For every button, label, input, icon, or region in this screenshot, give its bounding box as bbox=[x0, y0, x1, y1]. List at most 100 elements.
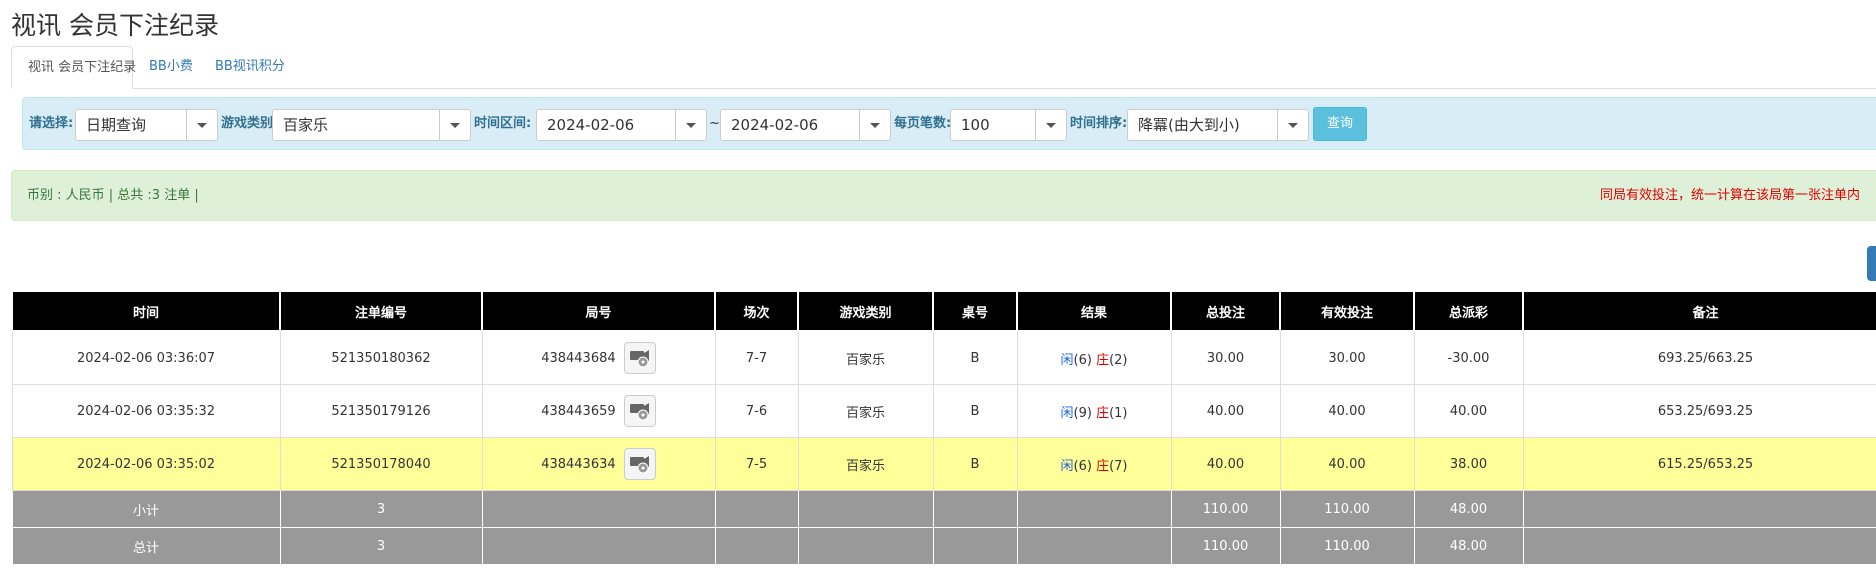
cell-time: 2024-02-06 03:35:32 bbox=[11, 384, 281, 438]
date-from-value: 2024-02-06 bbox=[547, 116, 635, 134]
table-row: 2024-02-06 03:35:32 521350179126 4384436… bbox=[11, 384, 1876, 438]
query-button[interactable]: 查询 bbox=[1313, 107, 1367, 141]
total-label: 总计 bbox=[11, 527, 281, 565]
cell-note: 615.25/653.25 bbox=[1522, 437, 1876, 491]
subtotal-payout: 48.00 bbox=[1413, 490, 1524, 528]
sort-label: 时间排序: bbox=[1070, 116, 1128, 131]
cell-bet-id: 521350178040 bbox=[279, 437, 483, 491]
subtotal-total-bet: 110.00 bbox=[1170, 490, 1281, 528]
time-range-label: 时间区间: bbox=[474, 116, 532, 131]
per-page-select[interactable]: 100 bbox=[950, 109, 1067, 141]
cell-total-bet[interactable]: 30.00 bbox=[1170, 330, 1281, 385]
cell-bet-id: 521350180362 bbox=[279, 330, 483, 385]
cell-round: 438443684 bbox=[481, 330, 716, 385]
bet-records-table: 时间 注单编号 局号 场次 游戏类别 桌号 结果 总投注 有效投注 总派彩 备注… bbox=[11, 290, 1876, 565]
banker-label: 庄 bbox=[1096, 458, 1110, 474]
per-page-label: 每页笔数: bbox=[894, 116, 952, 131]
cell-game-type: 百家乐 bbox=[797, 330, 934, 385]
chevron-down-icon bbox=[859, 110, 890, 140]
video-replay-icon[interactable] bbox=[623, 448, 656, 480]
cell-round: 438443634 bbox=[481, 437, 716, 491]
chevron-down-icon bbox=[439, 110, 470, 140]
cell-time: 2024-02-06 03:35:02 bbox=[11, 437, 281, 491]
tab-bb-video-points[interactable]: BB视讯积分 bbox=[199, 46, 301, 88]
game-type-select[interactable]: 百家乐 bbox=[272, 109, 471, 141]
game-type-label: 游戏类别 bbox=[221, 116, 274, 131]
cell-result: 闲(6) 庄(2) bbox=[1016, 330, 1172, 385]
col-header-game-type: 游戏类别 bbox=[797, 290, 934, 332]
date-to-select[interactable]: 2024-02-06 bbox=[720, 109, 891, 141]
cell-result: 闲(6) 庄(7) bbox=[1016, 437, 1172, 491]
col-header-time: 时间 bbox=[11, 290, 281, 332]
date-to-value: 2024-02-06 bbox=[731, 116, 819, 134]
subtotal-row: 小计 3 110.00 110.00 48.00 bbox=[11, 490, 1876, 528]
col-header-result: 结果 bbox=[1016, 290, 1172, 332]
total-payout: 48.00 bbox=[1413, 527, 1524, 565]
cell-session: 7-7 bbox=[714, 330, 799, 385]
col-header-table: 桌号 bbox=[932, 290, 1018, 332]
player-label: 闲 bbox=[1060, 405, 1074, 421]
query-type-value: 日期查询 bbox=[86, 116, 147, 134]
col-header-note: 备注 bbox=[1522, 290, 1876, 332]
col-header-payout: 总派彩 bbox=[1413, 290, 1524, 332]
date-from-select[interactable]: 2024-02-06 bbox=[536, 109, 707, 141]
cell-note: 653.25/693.25 bbox=[1522, 384, 1876, 438]
player-label: 闲 bbox=[1060, 352, 1074, 368]
edge-action-button[interactable] bbox=[1867, 246, 1876, 281]
video-replay-icon[interactable] bbox=[623, 395, 656, 427]
tab-bar: 视讯 会员下注纪录 BB小费 BB视讯积分 bbox=[11, 46, 1876, 89]
cell-session: 7-5 bbox=[714, 437, 799, 491]
round-number: 438443659 bbox=[541, 403, 616, 419]
subtotal-count: 3 bbox=[279, 490, 483, 528]
cell-table: B bbox=[932, 384, 1018, 438]
total-total-bet: 110.00 bbox=[1170, 527, 1281, 565]
banker-label: 庄 bbox=[1096, 352, 1110, 368]
cell-bet-id: 521350179126 bbox=[279, 384, 483, 438]
banker-score: (1) bbox=[1109, 405, 1128, 421]
total-count: 3 bbox=[279, 527, 483, 565]
filter-bar: 请选择: 日期查询 游戏类别 百家乐 时间区间: 2024-02-06 ~ 20… bbox=[22, 97, 1876, 150]
cell-session: 7-6 bbox=[714, 384, 799, 438]
page-title: 视讯 会员下注纪录 bbox=[11, 11, 219, 40]
player-score: (6) bbox=[1073, 458, 1092, 474]
sort-value: 降冪(由大到小) bbox=[1138, 116, 1240, 134]
video-replay-icon[interactable] bbox=[623, 342, 656, 374]
summary-notice: 同局有效投注，统一计算在该局第一张注单内 bbox=[1600, 188, 1861, 203]
query-type-select[interactable]: 日期查询 bbox=[75, 109, 218, 141]
chevron-down-icon bbox=[675, 110, 706, 140]
summary-bar: 币别 : 人民币 | 总共 :3 注单 | 同局有效投注，统一计算在该局第一张注… bbox=[11, 170, 1876, 221]
tab-bb-tips[interactable]: BB小费 bbox=[133, 46, 209, 88]
cell-game-type: 百家乐 bbox=[797, 437, 934, 491]
cell-total-bet[interactable]: 40.00 bbox=[1170, 437, 1281, 491]
banker-label: 庄 bbox=[1096, 405, 1110, 421]
range-separator: ~ bbox=[709, 116, 720, 131]
cell-payout: -30.00 bbox=[1413, 330, 1524, 385]
subtotal-label: 小计 bbox=[11, 490, 281, 528]
cell-result: 闲(9) 庄(1) bbox=[1016, 384, 1172, 438]
game-type-value: 百家乐 bbox=[283, 116, 329, 134]
cell-game-type: 百家乐 bbox=[797, 384, 934, 438]
col-header-session: 场次 bbox=[714, 290, 799, 332]
round-number: 438443684 bbox=[541, 350, 616, 366]
cell-table: B bbox=[932, 330, 1018, 385]
cell-total-bet[interactable]: 40.00 bbox=[1170, 384, 1281, 438]
sort-select[interactable]: 降冪(由大到小) bbox=[1127, 109, 1309, 141]
col-header-round: 局号 bbox=[481, 290, 716, 332]
col-header-total-bet: 总投注 bbox=[1170, 290, 1281, 332]
cell-valid-bet: 40.00 bbox=[1279, 384, 1415, 438]
col-header-valid-bet: 有效投注 bbox=[1279, 290, 1415, 332]
cell-table: B bbox=[932, 437, 1018, 491]
cell-payout: 38.00 bbox=[1413, 437, 1524, 491]
cell-time: 2024-02-06 03:36:07 bbox=[11, 330, 281, 385]
col-header-bet-id: 注单编号 bbox=[279, 290, 483, 332]
cell-round: 438443659 bbox=[481, 384, 716, 438]
cell-payout: 40.00 bbox=[1413, 384, 1524, 438]
per-page-value: 100 bbox=[961, 116, 990, 134]
cell-valid-bet: 30.00 bbox=[1279, 330, 1415, 385]
banker-score: (2) bbox=[1109, 352, 1128, 368]
chevron-down-icon bbox=[1035, 110, 1066, 140]
tab-bet-records[interactable]: 视讯 会员下注纪录 bbox=[11, 46, 136, 89]
table-header-row: 时间 注单编号 局号 场次 游戏类别 桌号 结果 总投注 有效投注 总派彩 备注 bbox=[11, 290, 1876, 332]
total-valid-bet: 110.00 bbox=[1279, 527, 1415, 565]
cell-valid-bet: 40.00 bbox=[1279, 437, 1415, 491]
